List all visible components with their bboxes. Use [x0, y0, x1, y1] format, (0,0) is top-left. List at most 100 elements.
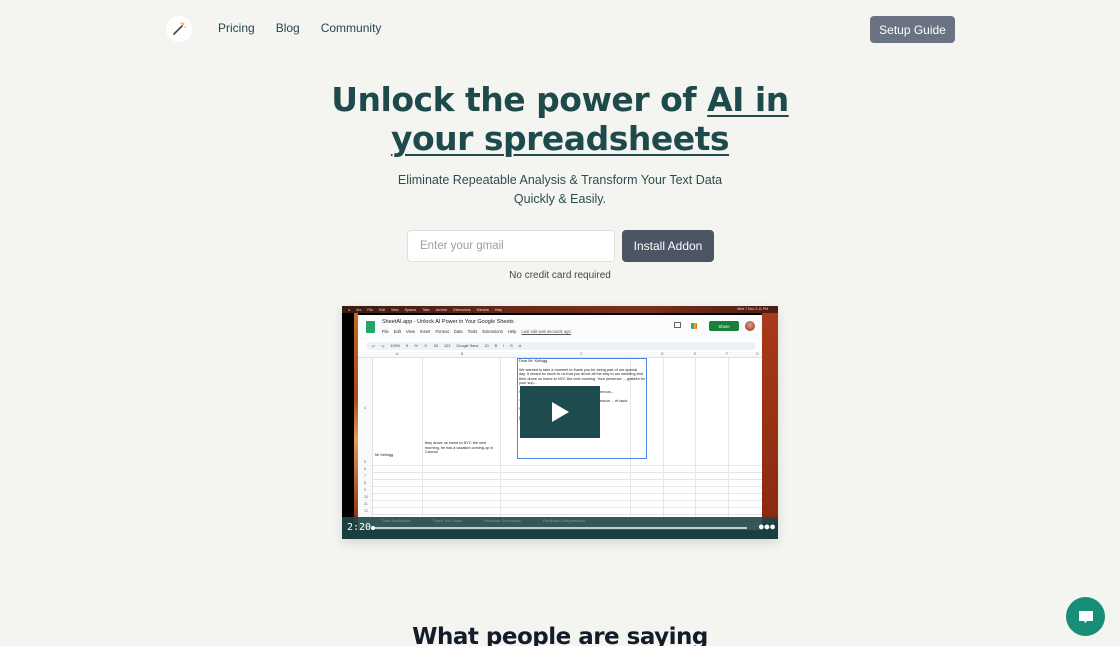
toolbar-item: 10: [484, 344, 489, 348]
google-sheets-icon: [366, 321, 375, 333]
sheet-menu-item: Help: [507, 329, 517, 334]
toolbar-item: %: [414, 344, 418, 348]
no-credit-card-note: No credit card required: [509, 270, 611, 281]
toolbar-item: .0: [423, 344, 427, 348]
row-header: 7: [364, 474, 366, 478]
sheet-toolbar: ↶ ↷ 100% € % .0 .00 123 Google Sans 10 B…: [366, 342, 756, 350]
toolbar-item: 100%: [390, 344, 401, 348]
document-title: SheetAI.app - Unlock AI Power in Your Go…: [382, 319, 514, 325]
avatar: [745, 321, 755, 331]
sheet-tab: Thank You Cards: [432, 519, 462, 523]
mac-clock: Wed 7 Dec 2:11 PM: [737, 307, 768, 311]
mac-menu-bar: ● Arc File Edit View Spaces Tabs Archive…: [342, 306, 778, 313]
sheet-menu-item: Tools: [467, 329, 478, 334]
cell-a4: Mr Kellogg: [375, 453, 394, 457]
hero-subtitle: Eliminate Repeatable Analysis & Transfor…: [360, 171, 760, 208]
logo[interactable]: [166, 16, 192, 42]
sheet-menu-item: View: [405, 329, 415, 334]
mac-menu-item: Extensions: [453, 307, 471, 312]
redo-icon: ↷: [381, 344, 385, 349]
column-header: D: [661, 352, 664, 356]
column-header: C: [580, 352, 583, 356]
play-icon: [552, 402, 569, 422]
row-header: 6: [364, 467, 366, 471]
sheet-menu-bar: File Edit View Insert Format Data Tools …: [382, 329, 571, 334]
sheet-tab: Feedback Summaries: [483, 519, 521, 523]
column-header: E: [694, 352, 697, 356]
sheet-menu-item: Edit: [393, 329, 401, 334]
row-header: 9: [364, 488, 366, 492]
hero-subtitle-line-2: Quickly & Easily.: [513, 191, 607, 206]
last-edit-status: Last edit was seconds ago: [521, 329, 571, 334]
google-meet-icon: [688, 321, 704, 331]
mac-menu-item: Archive: [435, 307, 448, 312]
nav-link-pricing[interactable]: Pricing: [218, 21, 255, 35]
sheet-tabs: Data Sanitization Thank You Cards Feedba…: [382, 519, 585, 523]
sheet-menu-item: Data: [453, 329, 463, 334]
sheet-menu-item: Format: [435, 329, 449, 334]
toolbar-item: B: [494, 344, 498, 348]
toolbar-item: 123: [444, 344, 451, 348]
toolbar-item: S: [510, 344, 513, 348]
mac-menu-item: Spaces: [404, 307, 417, 312]
row-header: 4: [364, 406, 366, 410]
toolbar-item: .00: [432, 344, 439, 348]
hero-subtitle-line-1: Eliminate Repeatable Analysis & Transfor…: [397, 173, 723, 187]
column-header: G: [756, 352, 759, 356]
testimonials-title: What people are saying: [412, 624, 708, 646]
chat-button[interactable]: [1066, 597, 1105, 636]
sheet-menu-item: File: [382, 329, 389, 334]
row-header: 8: [364, 481, 366, 485]
chat-bubble-icon: [1078, 610, 1093, 623]
hero-title: Unlock the power of AI in your spreadshe…: [300, 80, 820, 158]
mac-menu-item: File: [367, 307, 374, 312]
toolbar-item: €: [406, 344, 409, 348]
hero-title-plain: Unlock the power of: [331, 80, 708, 119]
hero-title-highlight-2: your spreadsheets: [390, 119, 730, 158]
more-options-icon[interactable]: ●●●: [758, 521, 776, 533]
column-header: F: [726, 352, 729, 356]
install-addon-button[interactable]: Install Addon: [622, 230, 714, 262]
demo-video-player[interactable]: ● Arc File Edit View Spaces Tabs Archive…: [342, 306, 778, 539]
cell-b4: they drove us home to NYC the next morni…: [425, 441, 494, 455]
nav-links: Pricing Blog Community: [218, 21, 381, 35]
comment-icon: [674, 322, 681, 328]
video-controls: Data Sanitization Thank You Cards Feedba…: [342, 517, 778, 539]
video-time: 2:20: [347, 522, 372, 533]
undo-icon: ↶: [372, 344, 376, 349]
mac-menu-item: Help: [494, 307, 503, 312]
nav-link-blog[interactable]: Blog: [276, 21, 300, 35]
spreadsheet-header: SheetAI.app - Unlock AI Power in Your Go…: [358, 315, 762, 340]
progress-handle[interactable]: [371, 525, 375, 530]
mac-menu-item: Tabs: [422, 307, 430, 312]
mac-menu-item: View: [391, 307, 399, 312]
row-headers: 4 5 6 7 8 9 10 11 12: [358, 358, 373, 530]
mac-menu-item: Edit: [379, 307, 386, 312]
sheet-menu-item: Insert: [419, 329, 431, 334]
desktop-background-right: [762, 313, 778, 523]
setup-guide-button[interactable]: Setup Guide: [870, 16, 955, 43]
row-header: 12: [364, 509, 368, 513]
magic-wand-icon: [173, 22, 186, 35]
video-progress-bar[interactable]: [371, 525, 747, 530]
sheet-tab: Feedback Categorisation: [542, 519, 586, 523]
toolbar-item: Google Sans: [456, 344, 479, 348]
apple-icon: ●: [348, 307, 351, 312]
column-header: A: [396, 352, 399, 356]
top-navigation: Pricing Blog Community Setup Guide: [0, 0, 1120, 58]
nav-link-community[interactable]: Community: [321, 21, 382, 35]
row-header: 5: [364, 460, 366, 464]
mac-menu-item: Arc: [356, 307, 362, 312]
sheet-menu-item: Extensions: [482, 329, 503, 334]
play-button[interactable]: [520, 386, 600, 438]
hero-title-highlight-1: AI in: [707, 80, 789, 119]
toolbar-item: A: [518, 344, 522, 348]
column-header: B: [461, 352, 464, 356]
mac-menu-item: Window: [476, 307, 489, 312]
row-header: 11: [364, 502, 368, 506]
row-header: 10: [364, 495, 368, 499]
toolbar-item: I: [503, 344, 505, 348]
sheet-tab: Data Sanitization: [382, 519, 411, 523]
gmail-input[interactable]: [407, 230, 615, 262]
share-button: Share: [709, 321, 739, 331]
